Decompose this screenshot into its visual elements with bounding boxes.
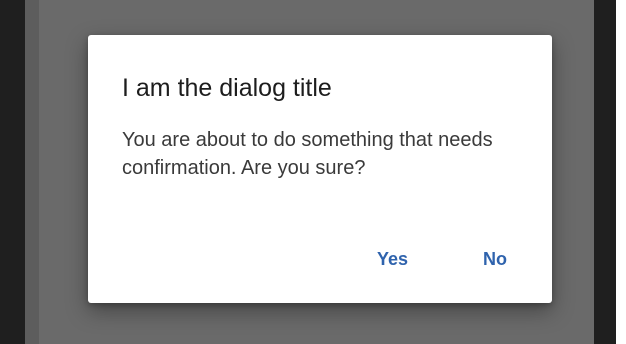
- android-screen: I am the dialog title You are about to d…: [0, 0, 626, 344]
- yes-button[interactable]: Yes: [367, 239, 418, 279]
- dialog-message: You are about to do something that needs…: [122, 129, 493, 179]
- confirmation-dialog: I am the dialog title You are about to d…: [88, 35, 552, 303]
- device-frame-left: [0, 0, 25, 344]
- dialog-title: I am the dialog title: [122, 74, 332, 102]
- device-frame-right: [594, 0, 616, 344]
- no-button[interactable]: No: [473, 239, 517, 279]
- scrim-left-band: [25, 0, 39, 344]
